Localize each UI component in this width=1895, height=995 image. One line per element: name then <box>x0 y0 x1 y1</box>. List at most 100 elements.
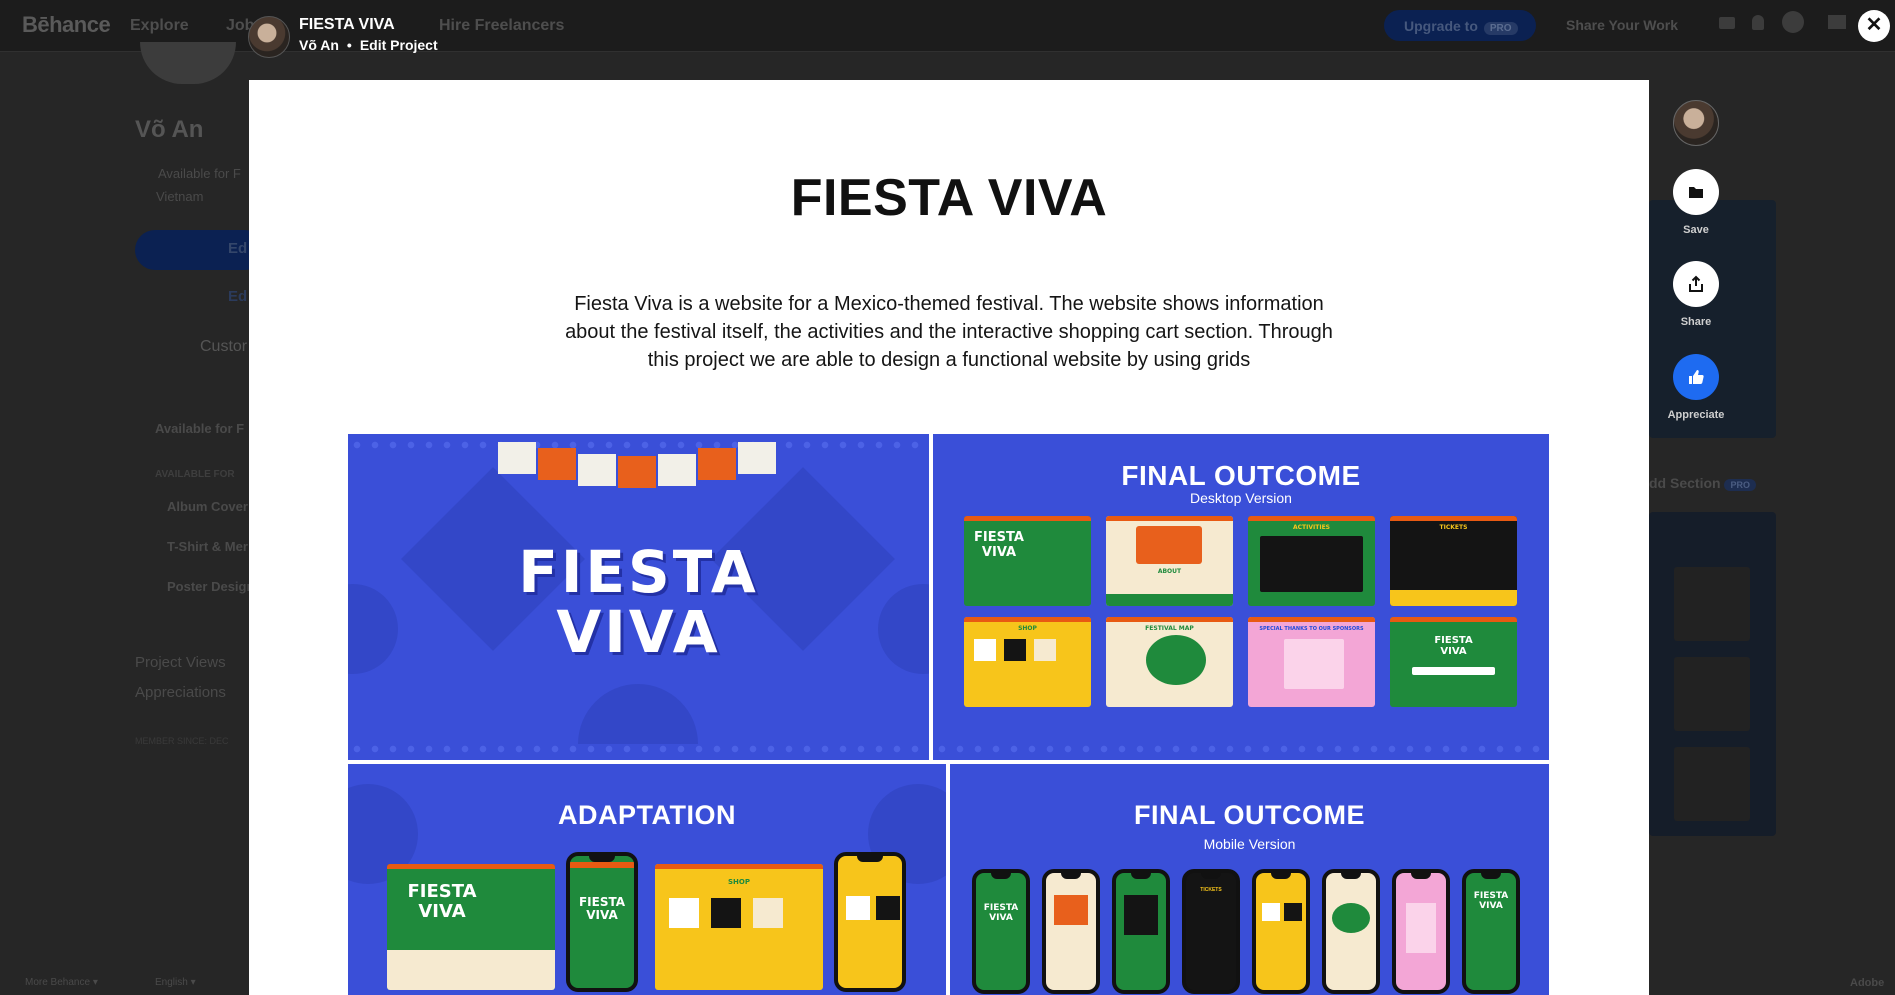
screen-footer <box>1390 590 1517 606</box>
adaptation-desktop-shop: SHOP <box>655 864 823 990</box>
upgrade-button: Upgrade to PRO <box>1384 10 1536 41</box>
adaptation-tile[interactable]: ADAPTATION FIESTA VIVA FIESTA VIVA SHOP <box>348 764 946 995</box>
promo-thumb-3 <box>1674 747 1750 821</box>
screen-graphic <box>876 896 900 920</box>
service-tshirt: T-Shirt & Mer <box>167 539 248 554</box>
screen-nav-bar <box>655 864 823 869</box>
papel-picado-flag <box>578 454 616 486</box>
adaptation-phone-shop <box>834 852 906 992</box>
cover-image-tile[interactable]: FIESTA VIVA <box>348 434 929 760</box>
screen-label: TICKETS <box>1200 887 1222 893</box>
thumbs-up-icon <box>1689 370 1704 384</box>
project-views-label: Project Views <box>135 654 226 671</box>
owner-avatar-follow[interactable] <box>1673 100 1719 146</box>
mobile-screen-home: FIESTA VIVA <box>972 869 1030 994</box>
phone-notch <box>857 856 883 862</box>
screen-nav-bar <box>570 862 634 868</box>
edit-project-link[interactable]: Edit Project <box>360 37 438 53</box>
screen-logo: FIESTA VIVA <box>578 895 626 922</box>
adobe-logo-icon <box>1828 15 1846 29</box>
project-owner-avatar[interactable] <box>248 16 290 58</box>
screen-graphic <box>1262 903 1280 921</box>
screen-logo: FIESTA VIVA <box>1434 635 1473 657</box>
project-header-title: FIESTA VIVA <box>299 16 395 33</box>
phone-notch <box>1481 873 1501 879</box>
project-owner-name[interactable]: Võ An <box>299 37 339 53</box>
screen-nav-bar <box>964 516 1091 521</box>
screen-input <box>1412 667 1495 675</box>
adaptation-title: ADAPTATION <box>558 800 736 830</box>
desktop-screen-home: FIESTA VIVA <box>964 516 1091 606</box>
promo-thumb-2 <box>1674 657 1750 731</box>
screen-nav-bar <box>964 617 1091 622</box>
nav-hire-freelancers: Hire Freelancers <box>439 17 565 34</box>
mail-icon <box>1719 17 1735 29</box>
screen-label: FESTIVAL MAP <box>1145 625 1194 632</box>
add-section-link: dd Section PRO <box>1649 475 1756 491</box>
screen-graphic <box>1332 903 1370 933</box>
screen-nav-bar <box>387 864 555 869</box>
phone-notch <box>1131 873 1151 879</box>
papel-picado-flag <box>618 456 656 488</box>
mobile-screen-shop <box>1252 869 1310 994</box>
footer-adobe: Adobe <box>1850 977 1885 989</box>
screen-graphic <box>1054 895 1088 925</box>
screen-nav-bar <box>1248 617 1375 622</box>
papel-picado-flag <box>498 442 536 474</box>
screen-nav-bar <box>1390 617 1517 622</box>
screen-graphic <box>711 898 741 928</box>
phone-notch <box>991 873 1011 879</box>
screen-graphic <box>753 898 783 928</box>
screen-graphic <box>1136 526 1202 564</box>
dot-border-bottom <box>933 744 1549 754</box>
mobile-screen-about <box>1042 869 1100 994</box>
desktop-outcome-title: FINAL OUTCOME <box>1121 460 1361 491</box>
adaptation-desktop-home: FIESTA VIVA <box>387 864 555 990</box>
available-for-heading: Available for F <box>155 421 245 436</box>
appreciate-button[interactable] <box>1673 354 1719 400</box>
screen-label: SHOP <box>728 878 750 886</box>
project-modal: FIESTA VIVA Fiesta Viva is a website for… <box>249 80 1649 995</box>
project-header-subline: Võ An • Edit Project <box>299 37 438 53</box>
profile-name: Võ An <box>135 116 204 143</box>
screen-logo: FIESTA VIVA <box>974 530 1024 560</box>
member-since: MEMBER SINCE: DEC <box>135 736 229 746</box>
cover-logo-line1: FIESTA <box>518 538 759 606</box>
phone-notch <box>1201 873 1221 879</box>
screen-label: SPECIAL THANKS TO OUR SPONSORS <box>1259 626 1364 632</box>
promo-thumb-1 <box>1674 567 1750 641</box>
available-for-caps: AVAILABLE FOR <box>155 469 235 480</box>
save-button[interactable] <box>1673 169 1719 215</box>
screen-graphic <box>1260 536 1363 592</box>
folder-icon <box>1689 187 1703 198</box>
screen-graphic <box>846 896 870 920</box>
screen-logo: FIESTA VIVA <box>983 903 1019 923</box>
pattern-shape <box>578 684 698 744</box>
screen-label: ACTIVITIES <box>1293 524 1330 531</box>
papel-picado-flag <box>538 448 576 480</box>
dot-border-bottom <box>348 744 929 754</box>
desktop-screen-shop: SHOP <box>964 617 1091 707</box>
phone-notch <box>1271 873 1291 879</box>
share-button[interactable] <box>1673 261 1719 307</box>
screen-graphic <box>1124 895 1158 935</box>
mobile-screen-sponsors <box>1392 869 1450 994</box>
phone-notch <box>1411 873 1431 879</box>
screen-graphic <box>974 639 996 661</box>
service-poster-design: Poster Design <box>167 579 255 594</box>
phone-notch <box>1341 873 1361 879</box>
screen-logo: FIESTA VIVA <box>1473 891 1509 911</box>
close-button[interactable]: ✕ <box>1858 10 1890 42</box>
phone-notch <box>1061 873 1081 879</box>
desktop-screen-footer: FIESTA VIVA <box>1390 617 1517 707</box>
screen-logo: FIESTA VIVA <box>407 881 477 922</box>
mobile-screen-map <box>1322 869 1380 994</box>
background-profile-sidebar: Võ An Available for F Vietnam Ed Ed Cust… <box>0 42 265 995</box>
screen-nav-bar <box>1106 516 1233 521</box>
desktop-outcome-tile[interactable]: FINAL OUTCOME Desktop Version FIESTA VIV… <box>933 434 1549 760</box>
edit-profile-label: Ed <box>228 240 248 257</box>
mobile-outcome-tile[interactable]: FINAL OUTCOME Mobile Version FIESTA VIVA… <box>950 764 1549 995</box>
cover-logo-line2: VIVA <box>556 598 721 666</box>
available-for-status: Available for F <box>158 166 241 181</box>
desktop-screen-about: ABOUT <box>1106 516 1233 606</box>
